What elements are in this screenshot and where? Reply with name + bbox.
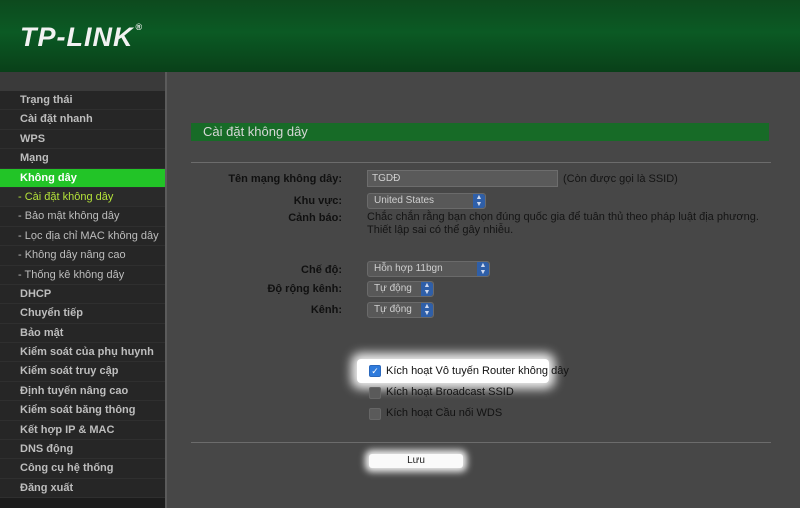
channel-select-value: Tự động (374, 304, 412, 315)
mode-label: Chế độ: (301, 264, 342, 276)
sidebar-item[interactable]: Công cụ hệ thống (0, 459, 165, 479)
save-button[interactable]: Lưu (369, 454, 463, 468)
ssid-note: (Còn được gọi là SSID) (563, 173, 678, 185)
sidebar-item[interactable]: Đăng xuất (0, 478, 165, 499)
broadcast-ssid-checkbox[interactable] (369, 387, 381, 399)
divider (191, 442, 771, 443)
sidebar-item[interactable]: Bảo mật (0, 323, 165, 344)
sidebar-item[interactable]: Chuyển tiếp (0, 304, 165, 324)
header-banner: TP-LINK ® (0, 0, 800, 72)
sidebar-item[interactable]: Cài đặt nhanh (0, 110, 165, 130)
sidebar-item[interactable]: Kết hợp IP & MAC (0, 420, 165, 441)
mode-select-value: Hỗn hợp 11bgn (374, 263, 443, 274)
enable-radio-label: Kích hoạt Vô tuyến Router không dây (386, 365, 569, 377)
mode-select[interactable]: Hỗn hợp 11bgn ▲ ▼ (367, 261, 490, 277)
channel-width-label: Độ rộng kênh: (267, 283, 342, 295)
sidebar-item[interactable]: Kiểm soát của phụ huynh (0, 343, 165, 363)
channel-width-select[interactable]: Tự động ▲ ▼ (367, 281, 434, 297)
broadcast-ssid-label: Kích hoạt Broadcast SSID (386, 386, 514, 398)
ssid-input[interactable]: TGDĐ (367, 170, 558, 187)
sidebar-item[interactable]: DNS động (0, 440, 165, 460)
channel-width-select-value: Tự động (374, 283, 412, 294)
warning-line-2: Thiết lập sai có thể gây nhiễu. (367, 224, 514, 236)
sidebar-item[interactable]: - Lọc địa chỉ MAC không dây (0, 226, 165, 247)
enable-radio-checkbox[interactable]: ✓ (369, 365, 381, 377)
sidebar-item[interactable]: WPS (0, 129, 165, 150)
wds-label: Kích hoạt Cầu nối WDS (386, 407, 503, 419)
sidebar-item[interactable]: - Bảo mật không dây (0, 207, 165, 227)
select-arrows-icon: ▲ ▼ (477, 262, 489, 276)
sidebar-item[interactable]: Định tuyến nâng cao (0, 381, 165, 402)
sidebar-item[interactable]: Kiểm soát băng thông (0, 401, 165, 421)
select-arrows-icon: ▲ ▼ (473, 194, 485, 208)
sidebar-item[interactable]: Không dây (0, 168, 165, 188)
channel-label: Kênh: (310, 304, 342, 316)
sidebar-item[interactable]: - Không dây nâng cao (0, 246, 165, 266)
sidebar-nav: Trạng thái Cài đặt nhanh WPS Mạng Không dây -… (0, 72, 167, 508)
warning-label: Cảnh báo: (288, 212, 342, 224)
ssid-label: Tên mạng không dây: (228, 173, 342, 185)
sidebar-item[interactable]: - Cài đặt không dây (0, 187, 165, 208)
channel-select[interactable]: Tự động ▲ ▼ (367, 302, 434, 318)
tp-link-logo: TP-LINK ® (20, 22, 144, 52)
select-arrows-icon: ▲ ▼ (421, 303, 433, 317)
region-label: Khu vực: (293, 195, 342, 207)
divider (191, 162, 771, 163)
sidebar-item[interactable]: DHCP (0, 284, 165, 305)
sidebar-item[interactable]: Kiểm soát truy cập (0, 362, 165, 382)
wds-checkbox[interactable] (369, 408, 381, 420)
section-title: Cài đặt không dây (191, 123, 769, 141)
main-panel: Cài đặt không dây Tên mạng không dây: TG… (167, 72, 800, 508)
sidebar-spacer (0, 72, 165, 91)
select-arrows-icon: ▲ ▼ (421, 282, 433, 296)
sidebar-item[interactable]: - Thống kê không dây (0, 265, 165, 285)
region-select[interactable]: United States ▲ ▼ (367, 193, 486, 209)
sidebar-item[interactable]: Trạng thái (0, 91, 165, 111)
sidebar-item[interactable]: Mạng (0, 149, 165, 169)
warning-line-1: Chắc chắn rằng bạn chọn đúng quốc gia để… (367, 211, 759, 223)
region-select-value: United States (374, 195, 435, 206)
